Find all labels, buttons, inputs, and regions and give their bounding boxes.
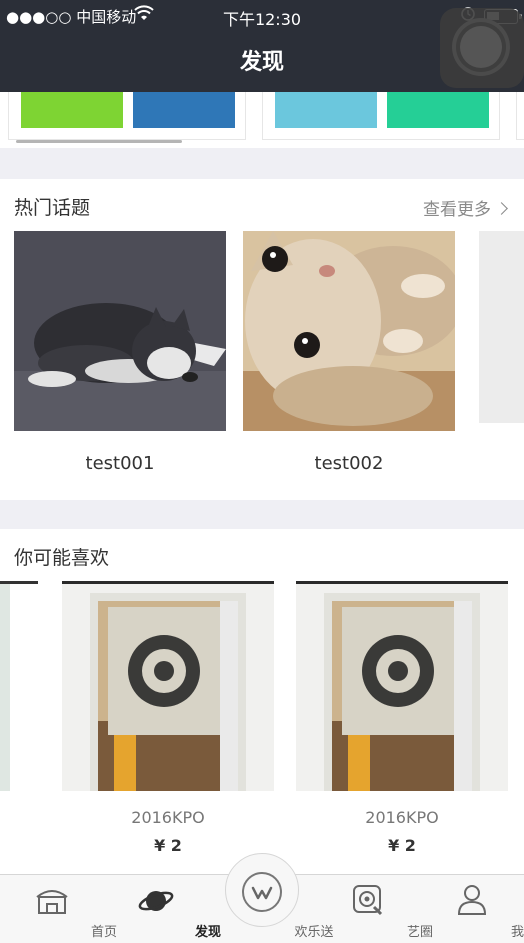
chevron-right-icon	[495, 202, 508, 215]
planet-icon	[138, 883, 174, 917]
topic-card-partial[interactable]	[479, 231, 524, 423]
home-icon	[34, 883, 70, 917]
topic-card[interactable]: test001	[14, 231, 226, 474]
color-swatch	[275, 92, 377, 128]
section-title: 你可能喜欢	[14, 547, 110, 569]
topic-card[interactable]: test002	[243, 231, 455, 474]
category-card[interactable]	[8, 92, 246, 140]
curtain-image	[62, 581, 274, 791]
user-icon	[454, 883, 490, 917]
topic-caption: test001	[85, 453, 155, 474]
kitten-image	[243, 231, 455, 431]
assistive-touch-button[interactable]	[440, 8, 524, 88]
see-more-link[interactable]: 查看更多	[423, 195, 508, 220]
product-name: 2016KPO	[365, 808, 439, 827]
husky-puppy-image	[14, 231, 226, 431]
happy-send-center-button[interactable]	[225, 853, 299, 927]
scroll-indicator	[16, 140, 182, 143]
product-card[interactable]: 2016KPO ¥ 2	[62, 581, 274, 855]
section-title: 热门话题	[14, 197, 91, 219]
w-logo-icon	[242, 872, 282, 912]
tab-home[interactable]: 首页	[0, 875, 117, 943]
product-name: 2016KPO	[131, 808, 205, 827]
product-card-partial[interactable]	[0, 581, 38, 791]
curtain-image	[296, 581, 508, 791]
color-swatch	[133, 92, 235, 128]
hot-topics-section: 热门话题 查看更多 test001 test002	[0, 179, 524, 500]
topic-caption: test002	[314, 453, 384, 474]
tab-art-circle[interactable]: 艺圈	[316, 875, 433, 943]
target-icon	[350, 883, 386, 917]
see-more-label: 查看更多	[423, 200, 491, 220]
category-card[interactable]	[262, 92, 500, 140]
recommend-section: 你可能喜欢 2016KPO ¥ 2 2016KPO ¥ 2	[0, 529, 524, 874]
tab-mine[interactable]: 我的	[420, 875, 524, 943]
tab-discover[interactable]: 发现	[104, 875, 221, 943]
top-bar: ●●●○○ 中国移动 下午12:30 发现	[0, 0, 524, 92]
product-price: ¥ 2	[154, 836, 182, 855]
color-swatch	[387, 92, 489, 128]
color-swatch	[21, 92, 123, 128]
category-strip[interactable]	[0, 92, 524, 148]
tab-label: 我的	[510, 925, 524, 940]
product-card[interactable]: 2016KPO ¥ 2	[296, 581, 508, 855]
product-price: ¥ 2	[388, 836, 416, 855]
category-card[interactable]	[516, 92, 524, 140]
